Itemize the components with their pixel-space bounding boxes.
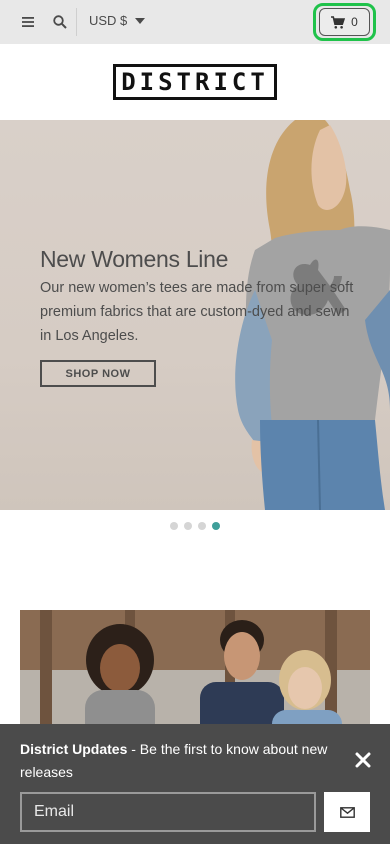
- newsletter-text: District Updates - Be the first to know …: [20, 738, 340, 784]
- hero-title: New Womens Line: [40, 246, 229, 272]
- cart-count: 0: [351, 15, 358, 29]
- carousel-dot-3[interactable]: [198, 522, 206, 530]
- cart-button-inner: 0: [319, 8, 370, 36]
- cart-button[interactable]: 0: [313, 3, 376, 41]
- carousel-dot-4[interactable]: [212, 522, 220, 530]
- newsletter-submit-button[interactable]: [324, 792, 370, 832]
- newsletter-title: District Updates: [20, 741, 128, 757]
- hero-description: Our new women’s tees are made from super…: [40, 280, 354, 344]
- currency-label: USD $: [89, 13, 128, 28]
- chevron-down-icon: [135, 18, 146, 24]
- header-divider: [76, 8, 77, 36]
- top-bar: USD $ 0: [0, 0, 390, 44]
- carousel-dot-2[interactable]: [184, 522, 192, 530]
- mail-icon: [339, 806, 355, 818]
- search-icon[interactable]: [50, 12, 70, 32]
- store-logo[interactable]: DISTRICT: [113, 64, 277, 100]
- email-field[interactable]: [20, 792, 316, 832]
- menu-icon[interactable]: [18, 12, 38, 32]
- hero-slide: New Womens Line Our new women’s tees are…: [0, 120, 390, 510]
- shop-now-button[interactable]: SHOP NOW: [40, 360, 156, 387]
- store-logo-text: DISTRICT: [121, 68, 269, 96]
- cart-icon: [331, 15, 346, 29]
- currency-selector[interactable]: USD $: [89, 13, 146, 28]
- carousel-dot-1[interactable]: [170, 522, 178, 530]
- newsletter-popup: District Updates - Be the first to know …: [0, 724, 390, 844]
- carousel-dots: [170, 522, 220, 530]
- close-icon[interactable]: [354, 751, 372, 769]
